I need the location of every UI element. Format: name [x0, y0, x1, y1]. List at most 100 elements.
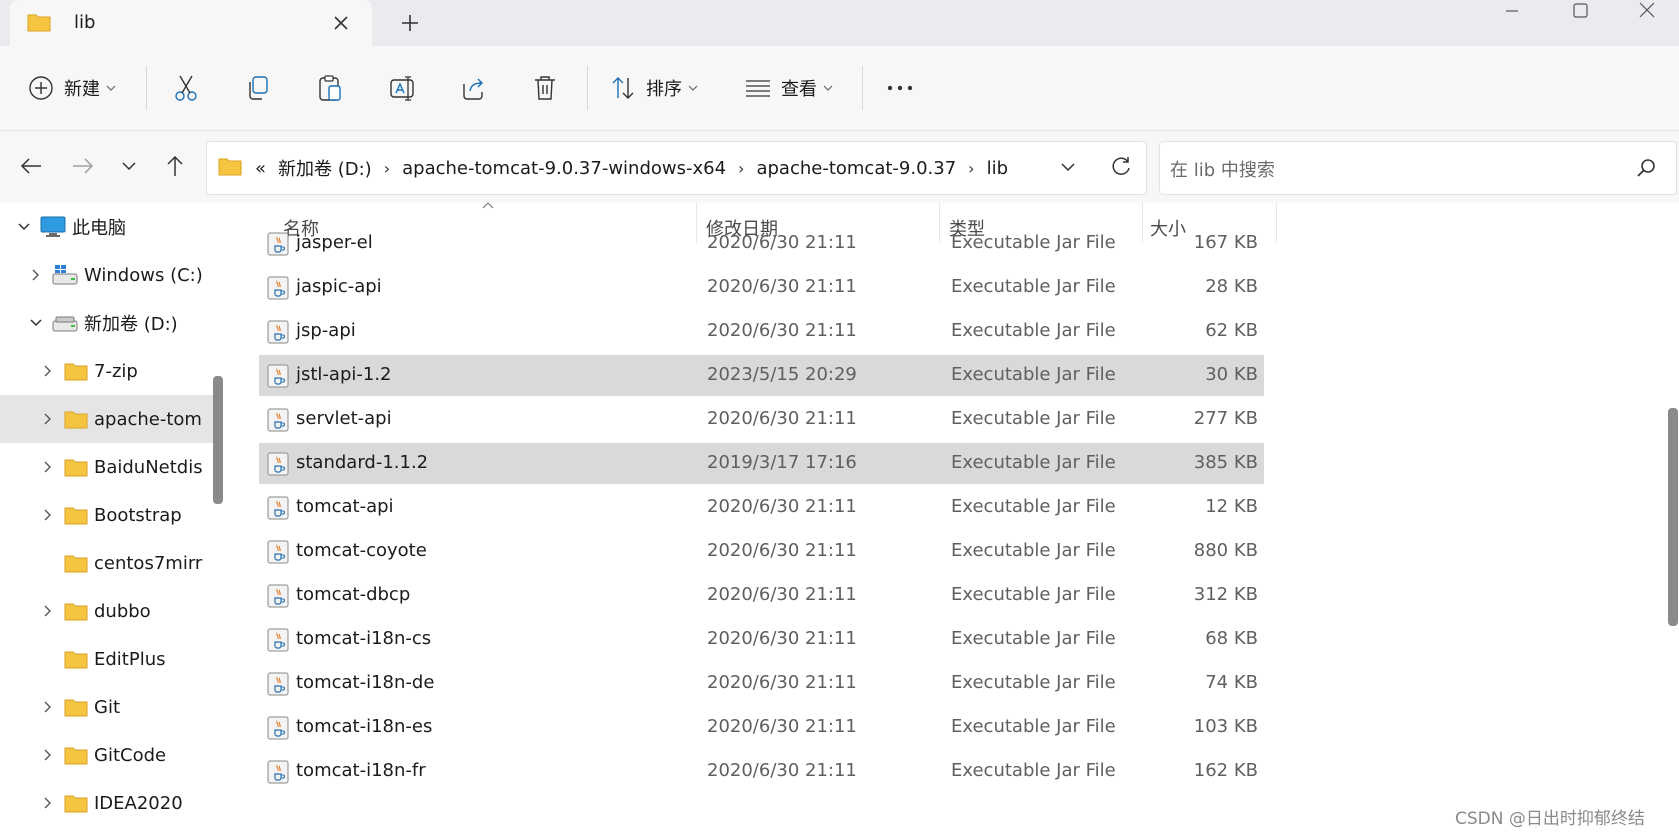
- chevron-right-icon[interactable]: [38, 364, 58, 378]
- file-name: tomcat-i18n-fr: [296, 760, 426, 781]
- chevron-right-icon[interactable]: [38, 508, 58, 522]
- copy-button[interactable]: [245, 46, 271, 130]
- sort-button[interactable]: 排序: [610, 46, 698, 130]
- breadcrumb-item[interactable]: 新加卷 (D:): [278, 155, 372, 181]
- chevron-right-icon[interactable]: [26, 268, 46, 282]
- sidebar-item[interactable]: centos7mirr: [0, 539, 218, 587]
- file-date: 2020/6/30 21:11: [707, 716, 857, 737]
- file-row[interactable]: jsp-api 2020/6/30 21:11 Executable Jar Fil…: [259, 311, 1264, 352]
- sidebar-item-label: dubbo: [94, 600, 151, 622]
- file-row[interactable]: servlet-api 2020/6/30 21:11 Executable Jar…: [259, 399, 1264, 440]
- chevron-right-icon[interactable]: [38, 604, 58, 618]
- file-row[interactable]: tomcat-api 2020/6/30 21:11 Executable Jar …: [259, 487, 1264, 528]
- file-row[interactable]: jstl-api-1.2 2023/5/15 20:29 Executable Ja…: [259, 355, 1264, 396]
- windows-drive-icon: [52, 264, 78, 286]
- folder-icon: [64, 793, 88, 813]
- jar-file-icon: [267, 584, 289, 608]
- file-name: standard-1.1.2: [296, 452, 429, 473]
- folder-icon: [64, 697, 88, 717]
- sidebar-item[interactable]: Git: [0, 683, 218, 731]
- close-tab-icon[interactable]: [328, 10, 354, 36]
- sidebar-item-label: 新加卷 (D:): [84, 314, 178, 335]
- sidebar-item-label: apache-tom: [94, 408, 202, 430]
- more-options-button[interactable]: [887, 46, 913, 130]
- maximize-icon[interactable]: [1552, 0, 1608, 24]
- chevron-right-icon[interactable]: [38, 748, 58, 762]
- file-type: Executable Jar File: [951, 452, 1116, 473]
- sidebar-item[interactable]: 7-zip: [0, 347, 218, 395]
- minimize-icon[interactable]: [1484, 0, 1540, 24]
- sidebar-item[interactable]: BaiduNetdis: [0, 443, 218, 491]
- chevron-right-icon[interactable]: [38, 796, 58, 810]
- rename-button[interactable]: [389, 46, 417, 130]
- share-button[interactable]: [461, 46, 487, 130]
- chevron-down-icon[interactable]: [14, 222, 34, 232]
- file-name: tomcat-i18n-cs: [296, 628, 432, 649]
- sidebar-item[interactable]: Bootstrap: [0, 491, 218, 539]
- breadcrumb-overflow[interactable]: «: [255, 158, 266, 179]
- breadcrumb-item[interactable]: apache-tomcat-9.0.37-windows-x64: [402, 158, 726, 179]
- file-row[interactable]: tomcat-i18n-cs 2020/6/30 21:11 Executable …: [259, 619, 1264, 660]
- sidebar-item[interactable]: GitCode: [0, 731, 218, 779]
- folder-icon: [218, 156, 242, 176]
- file-name: tomcat-i18n-de: [296, 672, 435, 693]
- sidebar-item[interactable]: 新加卷 (D:): [0, 299, 218, 347]
- search-icon[interactable]: [1636, 158, 1656, 178]
- file-name: jasper-el: [296, 232, 373, 253]
- sidebar-item[interactable]: Windows (C:): [0, 251, 218, 299]
- computer-icon: [40, 216, 66, 238]
- copy-icon: [245, 75, 271, 101]
- chevron-down-icon[interactable]: [26, 318, 46, 328]
- recent-locations-button[interactable]: [112, 149, 146, 183]
- sidebar-item[interactable]: IDEA2020: [0, 779, 218, 827]
- toolbar-divider: [862, 66, 863, 110]
- breadcrumb-item[interactable]: apache-tomcat-9.0.37: [756, 158, 956, 179]
- close-window-icon[interactable]: [1619, 0, 1675, 24]
- address-row: « 新加卷 (D:) › apache-tomcat-9.0.37-window…: [0, 131, 1679, 203]
- view-button[interactable]: 查看: [745, 46, 833, 130]
- tab-lib[interactable]: lib: [10, 0, 372, 46]
- file-date: 2020/6/30 21:11: [707, 672, 857, 693]
- sidebar-item[interactable]: EditPlus: [0, 635, 218, 683]
- forward-button[interactable]: [66, 149, 100, 183]
- file-row[interactable]: tomcat-i18n-es 2020/6/30 21:11 Executable …: [259, 707, 1264, 748]
- sidebar-item-label: GitCode: [94, 744, 167, 766]
- new-plus-icon: [28, 75, 54, 101]
- file-size: 28 KB: [1205, 276, 1258, 297]
- chevron-right-icon[interactable]: ›: [738, 159, 744, 178]
- up-button[interactable]: [158, 149, 192, 183]
- back-button[interactable]: [14, 149, 48, 183]
- jar-file-icon: [267, 276, 289, 300]
- delete-button[interactable]: [533, 46, 557, 130]
- paste-button[interactable]: [317, 46, 343, 130]
- chevron-right-icon[interactable]: [38, 700, 58, 714]
- sidebar-scrollbar-thumb[interactable]: [213, 376, 223, 504]
- chevron-right-icon[interactable]: [38, 460, 58, 474]
- file-row[interactable]: jasper-el 2020/6/30 21:11 Executable Jar F…: [259, 223, 1264, 264]
- address-history-chevron-icon[interactable]: [1060, 162, 1076, 172]
- file-row[interactable]: tomcat-i18n-fr 2020/6/30 21:11 Executable …: [259, 751, 1264, 792]
- new-tab-icon[interactable]: [396, 9, 424, 37]
- file-row[interactable]: tomcat-i18n-de 2020/6/30 21:11 Executable …: [259, 663, 1264, 704]
- file-name: jstl-api-1.2: [296, 364, 392, 385]
- file-row[interactable]: tomcat-dbcp 2020/6/30 21:11 Executable Jar…: [259, 575, 1264, 616]
- new-button[interactable]: 新建: [28, 46, 116, 130]
- file-row[interactable]: jaspic-api 2020/6/30 21:11 Executable Jar …: [259, 267, 1264, 308]
- file-list-scrollbar-thumb[interactable]: [1668, 408, 1678, 626]
- chevron-right-icon[interactable]: ›: [968, 159, 974, 178]
- sidebar-item[interactable]: 此电脑: [0, 203, 218, 251]
- breadcrumb-item[interactable]: lib: [987, 158, 1008, 179]
- refresh-icon[interactable]: [1110, 156, 1132, 178]
- search-box[interactable]: 在 lib 中搜索: [1159, 141, 1677, 195]
- view-label: 查看: [781, 79, 817, 100]
- address-bar[interactable]: « 新加卷 (D:) › apache-tomcat-9.0.37-window…: [206, 141, 1147, 195]
- file-row[interactable]: tomcat-coyote 2020/6/30 21:11 Executable J…: [259, 531, 1264, 572]
- file-type: Executable Jar File: [951, 364, 1116, 385]
- sidebar-item[interactable]: dubbo: [0, 587, 218, 635]
- file-row[interactable]: standard-1.1.2 2019/3/17 17:16 Executable …: [259, 443, 1264, 484]
- chevron-right-icon[interactable]: ›: [384, 159, 390, 178]
- file-name: tomcat-i18n-es: [296, 716, 433, 737]
- cut-button[interactable]: [173, 46, 199, 130]
- sidebar-item[interactable]: apache-tom: [0, 395, 218, 443]
- chevron-right-icon[interactable]: [38, 412, 58, 426]
